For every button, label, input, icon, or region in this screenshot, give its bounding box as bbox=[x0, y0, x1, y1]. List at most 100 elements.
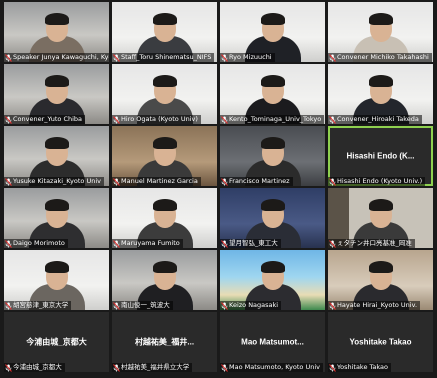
participant-tile[interactable]: Staff_Toru Shinematsu_NIFS bbox=[112, 2, 217, 62]
participant-name-tag: Keizo Nagasaki bbox=[220, 301, 282, 310]
participant-display-name: 今浦由城_京都大 bbox=[26, 337, 87, 347]
participant-hair bbox=[44, 13, 69, 25]
participant-name: Mao Matsumoto, Kyoto Univ bbox=[229, 363, 320, 371]
participant-name-tag: Kento_Tominaga_Univ_Tokyo bbox=[220, 115, 325, 124]
participant-hair bbox=[152, 137, 177, 149]
participant-name: 南山俊一_筑波大 bbox=[121, 301, 170, 309]
muted-mic-icon bbox=[5, 363, 12, 372]
participant-name-tag: Convener_Hiroaki Takeda bbox=[328, 115, 422, 124]
participant-tile[interactable]: Convener Michiko Takahashi bbox=[328, 2, 433, 62]
muted-mic-icon bbox=[329, 177, 336, 186]
participant-name: 村越祐美_福井県立大学 bbox=[121, 363, 190, 371]
participant-display-name: 村越祐美_福井... bbox=[134, 337, 195, 347]
muted-mic-icon bbox=[5, 115, 12, 124]
participant-name-tag: Convener Michiko Takahashi bbox=[328, 53, 432, 62]
participant-name: Convener Michiko Takahashi bbox=[337, 53, 429, 61]
participant-name-tag: Daigo Morimoto bbox=[4, 239, 68, 248]
participant-tile[interactable]: Convener_Yuto Chiba bbox=[4, 64, 109, 124]
participant-name: Manuel Martinez Garcia bbox=[121, 177, 198, 185]
participant-tile[interactable]: Keizo Nagasaki bbox=[220, 250, 325, 310]
participant-name: ぇタチン井口亮基准_岡准 bbox=[337, 239, 412, 247]
muted-mic-icon bbox=[113, 53, 120, 62]
participant-name-tag: Yoshitake Takao bbox=[328, 363, 392, 372]
participant-tile[interactable]: ぇタチン井口亮基准_岡准 bbox=[328, 188, 433, 248]
participant-tile[interactable]: Kento_Tominaga_Univ_Tokyo bbox=[220, 64, 325, 124]
participant-hair bbox=[260, 261, 285, 273]
muted-mic-icon bbox=[329, 115, 336, 124]
participant-name-tag: Manuel Martinez Garcia bbox=[112, 177, 201, 186]
participant-display-name: Hisashi Endo (K... bbox=[346, 151, 415, 161]
participant-tile[interactable]: Yusuke Kitazaki_Kyoto Univ bbox=[4, 126, 109, 186]
participant-name-tag: Maruyama Fumito bbox=[112, 239, 183, 248]
participant-name-tag: Staff_Toru Shinematsu_NIFS bbox=[112, 53, 215, 62]
participant-hair bbox=[152, 261, 177, 273]
participant-name-tag: Yusuke Kitazaki_Kyoto Univ bbox=[4, 177, 104, 186]
participant-tile[interactable]: Hayate Hirai_Kyoto Univ. bbox=[328, 250, 433, 310]
participant-display-name: Yoshitake Takao bbox=[349, 337, 412, 347]
participant-name: 今浦由城_京都大 bbox=[13, 363, 62, 371]
muted-mic-icon bbox=[113, 115, 120, 124]
participant-hair bbox=[368, 199, 393, 211]
participant-tile[interactable]: Daigo Morimoto bbox=[4, 188, 109, 248]
participant-hair bbox=[44, 75, 69, 87]
participant-tile[interactable]: Hisashi Endo (K... Hisashi Endo (Kyoto Un… bbox=[328, 126, 433, 186]
participant-name-tag: Francisco Martinez bbox=[220, 177, 293, 186]
participant-name: Ryo Mizuuchi bbox=[229, 53, 272, 61]
participant-name-tag: Hiro Ogata (Kyoto Univ) bbox=[112, 115, 201, 124]
participant-tile[interactable]: Mao Matsumot... Mao Matsumoto, Kyoto Univ bbox=[220, 312, 325, 372]
muted-mic-icon bbox=[221, 363, 228, 372]
participant-tile[interactable]: Francisco Martinez bbox=[220, 126, 325, 186]
participant-name: Convener_Yuto Chiba bbox=[13, 115, 83, 123]
participant-tile[interactable]: Maruyama Fumito bbox=[112, 188, 217, 248]
muted-mic-icon bbox=[221, 301, 228, 310]
muted-mic-icon bbox=[221, 177, 228, 186]
participant-hair bbox=[152, 75, 177, 87]
participant-name-tag: Hayate Hirai_Kyoto Univ. bbox=[328, 301, 421, 310]
muted-mic-icon bbox=[5, 53, 12, 62]
participant-hair bbox=[152, 199, 177, 211]
participant-gallery: Speaker Junya Kawaguchi, Kyoto Staff_Toru… bbox=[4, 2, 435, 376]
participant-hair bbox=[368, 13, 393, 25]
muted-mic-icon bbox=[329, 53, 336, 62]
muted-mic-icon bbox=[221, 53, 228, 62]
participant-tile[interactable]: Ryo Mizuuchi bbox=[220, 2, 325, 62]
participant-hair bbox=[260, 13, 285, 25]
muted-mic-icon bbox=[113, 239, 120, 248]
participant-tile[interactable]: 村越祐美_福井... 村越祐美_福井県立大学 bbox=[112, 312, 217, 372]
muted-mic-icon bbox=[5, 301, 12, 310]
participant-name: Yusuke Kitazaki_Kyoto Univ bbox=[13, 177, 101, 185]
participant-name: Kento_Tominaga_Univ_Tokyo bbox=[229, 115, 322, 123]
participant-name: Convener_Hiroaki Takeda bbox=[337, 115, 419, 123]
participant-tile[interactable]: 望月智弘_東工大 bbox=[220, 188, 325, 248]
muted-mic-icon bbox=[113, 177, 120, 186]
participant-name-tag: Ryo Mizuuchi bbox=[220, 53, 275, 62]
participant-name-tag: 村越祐美_福井県立大学 bbox=[112, 363, 193, 372]
participant-name: Hisashi Endo (Kyoto Univ.) bbox=[337, 177, 423, 185]
participant-tile[interactable]: Yoshitake Takao Yoshitake Takao bbox=[328, 312, 433, 372]
participant-hair bbox=[260, 199, 285, 211]
participant-tile[interactable]: Manuel Martinez Garcia bbox=[112, 126, 217, 186]
participant-name: Francisco Martinez bbox=[229, 177, 290, 185]
participant-name: 胡宮慈津_東京大学 bbox=[13, 301, 69, 309]
muted-mic-icon bbox=[5, 177, 12, 186]
participant-name: Hayate Hirai_Kyoto Univ. bbox=[337, 301, 418, 309]
participant-tile[interactable]: 南山俊一_筑波大 bbox=[112, 250, 217, 310]
participant-display-name: Mao Matsumot... bbox=[241, 337, 304, 347]
muted-mic-icon bbox=[329, 363, 336, 372]
participant-hair bbox=[44, 137, 69, 149]
participant-name-tag: 望月智弘_東工大 bbox=[220, 239, 281, 248]
participant-tile[interactable]: 今浦由城_京都大 今浦由城_京都大 bbox=[4, 312, 109, 372]
participant-tile[interactable]: Convener_Hiroaki Takeda bbox=[328, 64, 433, 124]
participant-name-tag: Mao Matsumoto, Kyoto Univ bbox=[220, 363, 323, 372]
muted-mic-icon bbox=[113, 363, 120, 372]
participant-tile[interactable]: 胡宮慈津_東京大学 bbox=[4, 250, 109, 310]
participant-name: Staff_Toru Shinematsu_NIFS bbox=[121, 53, 212, 61]
muted-mic-icon bbox=[221, 239, 228, 248]
participant-name-tag: Hisashi Endo (Kyoto Univ.) bbox=[328, 177, 426, 186]
participant-name-tag: 胡宮慈津_東京大学 bbox=[4, 301, 72, 310]
muted-mic-icon bbox=[113, 301, 120, 310]
participant-tile[interactable]: Speaker Junya Kawaguchi, Kyoto bbox=[4, 2, 109, 62]
participant-tile[interactable]: Hiro Ogata (Kyoto Univ) bbox=[112, 64, 217, 124]
participant-name: 望月智弘_東工大 bbox=[229, 239, 278, 247]
muted-mic-icon bbox=[329, 301, 336, 310]
